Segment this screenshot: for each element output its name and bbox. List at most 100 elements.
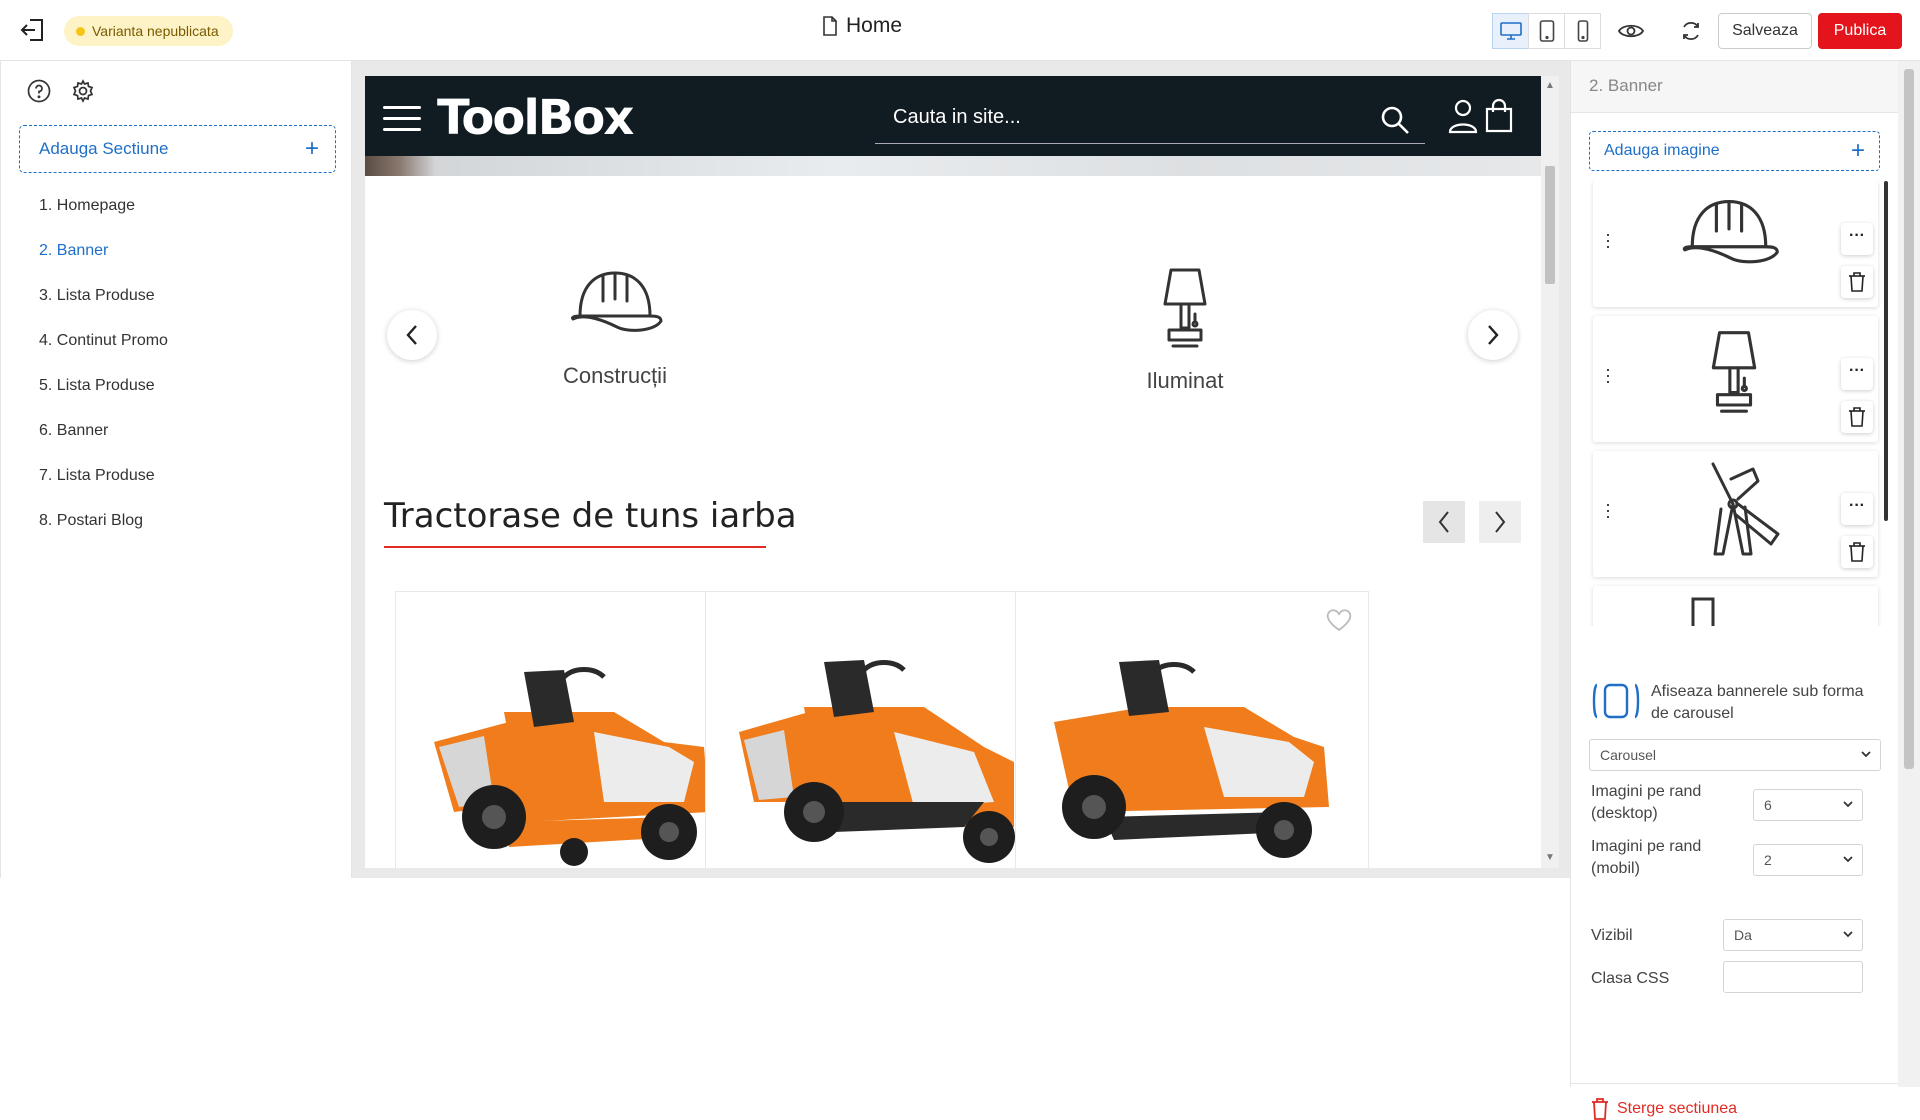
search-icon[interactable] (1379, 104, 1411, 136)
delete-image-button[interactable] (1841, 401, 1873, 433)
settings-scrollbar[interactable] (1898, 61, 1920, 1087)
carousel-icon (1592, 683, 1640, 719)
section-item[interactable]: 5. Lista Produse (39, 363, 168, 408)
add-section-button[interactable]: Adauga Sectiune + (19, 125, 336, 173)
category-construction[interactable]: Construcții (515, 261, 715, 389)
user-icon[interactable] (1447, 98, 1479, 134)
trash-icon (1592, 1098, 1608, 1120)
plus-icon: + (1850, 137, 1865, 164)
section-item[interactable]: 4. Continut Promo (39, 318, 168, 363)
lawn-tractor-image (434, 667, 709, 866)
drag-handle-icon[interactable]: · · · (1605, 360, 1611, 390)
preview-scrollbar[interactable]: ▲ ▼ (1541, 76, 1559, 868)
add-image-button[interactable]: Adauga imagine + (1589, 131, 1880, 171)
per-row-mobile-value: 2 (1764, 852, 1772, 868)
per-row-mobile-select[interactable]: 2 (1753, 844, 1863, 876)
display-mode-select[interactable]: Carousel (1589, 739, 1881, 771)
more-options-button[interactable]: ··· (1841, 358, 1873, 390)
category-lighting[interactable]: Iluminat (1085, 266, 1285, 394)
delete-image-button[interactable] (1841, 536, 1873, 568)
publish-button[interactable]: Publica (1818, 13, 1902, 49)
lamp-icon (1711, 331, 1757, 413)
desktop-icon (1499, 22, 1522, 40)
per-row-mobile-label: Imagini pe rand (mobil) (1591, 838, 1702, 877)
heart-icon[interactable] (1326, 608, 1352, 632)
device-switcher (1492, 13, 1601, 49)
gear-icon[interactable] (71, 79, 95, 103)
banner-image-item: · · · ··· (1593, 316, 1878, 442)
product-card[interactable] (1015, 591, 1369, 868)
per-row-desktop-label: Imagini pe rand (desktop) (1591, 783, 1702, 822)
site-search-input[interactable] (893, 106, 1373, 129)
more-options-button[interactable]: ··· (1841, 493, 1873, 525)
banner-image-item: · · · ··· (1593, 181, 1878, 307)
product-list-title: Tractorase de tuns iarba (384, 496, 797, 536)
sidebar-tools (27, 79, 95, 103)
preview-frame: ToolBox Construcții (365, 76, 1541, 868)
settings-scrollbar-thumb[interactable] (1904, 69, 1914, 769)
delete-section-button[interactable]: Sterge sectiunea (1591, 1098, 1737, 1120)
settings-header: 2. Banner (1571, 61, 1901, 113)
carousel-prev-button[interactable] (387, 310, 437, 360)
trash-icon (1849, 542, 1865, 562)
save-button[interactable]: Salveaza (1718, 13, 1812, 49)
section-item[interactable]: 1. Homepage (39, 183, 168, 228)
settings-title: 2. Banner (1589, 76, 1663, 95)
trash-icon (1849, 407, 1865, 427)
per-row-desktop-value: 6 (1764, 797, 1772, 813)
trash-icon (1849, 272, 1865, 292)
help-icon[interactable] (27, 79, 51, 103)
tablet-view-button[interactable] (1528, 13, 1565, 49)
file-icon (823, 16, 837, 36)
logo-text: ToolBox (437, 90, 634, 146)
image-list-scrollbar[interactable] (1884, 181, 1888, 521)
refresh-icon[interactable] (1676, 16, 1706, 46)
section-item[interactable]: 3. Lista Produse (39, 273, 168, 318)
product-card[interactable] (395, 591, 749, 868)
carousel-description: Afiseaza bannerele sub forma de carousel (1651, 683, 1864, 722)
per-row-desktop-select[interactable]: 6 (1753, 789, 1863, 821)
status-badge: Varianta nepublicata (64, 16, 233, 46)
visible-select[interactable]: Da (1723, 919, 1863, 951)
section-item[interactable]: 8. Postari Blog (39, 498, 168, 543)
mobile-icon (1577, 20, 1588, 42)
site-logo[interactable]: ToolBox (437, 90, 634, 146)
page-title: Home (822, 14, 902, 38)
add-image-label: Adauga imagine (1604, 142, 1720, 159)
drag-handle-icon[interactable]: · · · (1605, 225, 1611, 255)
scroll-up-icon[interactable]: ▲ (1545, 80, 1555, 91)
delete-image-button[interactable] (1841, 266, 1873, 298)
more-options-button[interactable]: ··· (1841, 223, 1873, 255)
css-class-label: Clasa CSS (1591, 970, 1670, 987)
hamburger-menu-icon[interactable] (383, 106, 421, 139)
products-prev-button[interactable] (1423, 501, 1465, 543)
section-item[interactable]: 7. Lista Produse (39, 453, 168, 498)
hard-hat-icon (571, 271, 663, 332)
page-title-text: Home (846, 14, 903, 37)
preview-scrollbar-thumb[interactable] (1545, 166, 1555, 284)
category-label: Construcții (563, 363, 667, 388)
add-section-label: Adauga Sectiune (39, 139, 169, 158)
desktop-view-button[interactable] (1492, 13, 1529, 49)
divider (1571, 1083, 1901, 1084)
product-card[interactable] (705, 591, 1059, 868)
lawn-tractor-image (1054, 660, 1329, 858)
section-item-active[interactable]: 2. Banner (39, 228, 168, 273)
products-next-button[interactable] (1479, 501, 1521, 543)
css-class-input[interactable] (1723, 961, 1863, 993)
chevron-left-icon (406, 325, 417, 345)
display-mode-value: Carousel (1600, 747, 1657, 763)
mobile-view-button[interactable] (1564, 13, 1601, 49)
category-label: Iluminat (1146, 368, 1224, 393)
tool-icon (1691, 597, 1715, 626)
banner-image-list: · · · ··· · · · ··· · · · ··· (1589, 181, 1884, 626)
section-item[interactable]: 6. Banner (39, 408, 168, 453)
preview-eye-icon[interactable] (1616, 16, 1646, 46)
exit-icon[interactable] (18, 16, 46, 44)
cart-bag-icon[interactable] (1483, 98, 1515, 134)
pruning-shears-icon (1711, 462, 1780, 556)
drag-handle-icon[interactable]: · · · (1605, 495, 1611, 525)
carousel-next-button[interactable] (1468, 310, 1518, 360)
scroll-down-icon[interactable]: ▼ (1545, 852, 1555, 863)
chevron-down-icon (1843, 931, 1853, 938)
